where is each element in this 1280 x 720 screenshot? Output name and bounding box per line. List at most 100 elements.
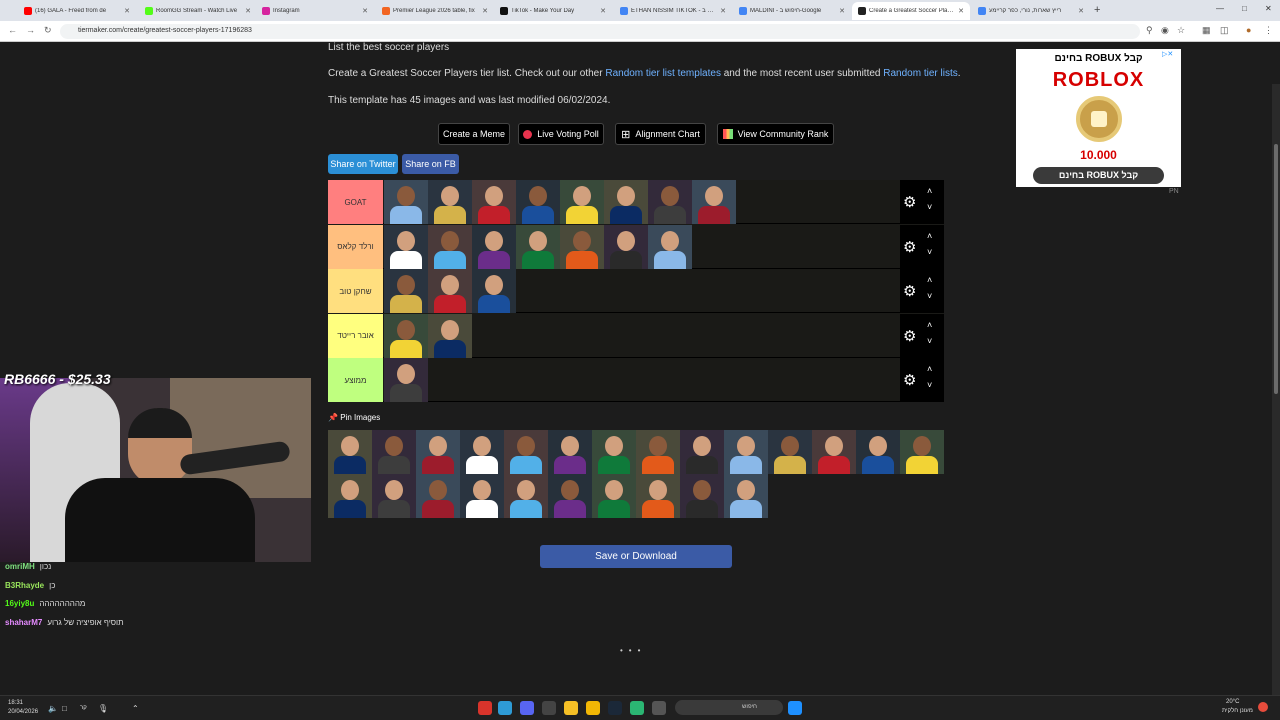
split-icon[interactable]: ◫ — [1220, 25, 1229, 36]
player-image[interactable] — [460, 474, 504, 518]
player-image[interactable] — [648, 180, 692, 224]
app-icon-1[interactable] — [478, 701, 492, 715]
alignment-chart-button[interactable]: ⊞ Alignment Chart — [615, 123, 706, 145]
browser-tab[interactable]: RoomGG Stream - Watch Live ✕ — [139, 2, 257, 20]
eye-off-icon[interactable]: ◉ — [1161, 25, 1169, 36]
player-image[interactable] — [604, 180, 648, 224]
player-image[interactable] — [504, 430, 548, 474]
roblox-ad[interactable]: בחינם ROBUX קבל ROBLOX 10.000 בחינם ROBU… — [1016, 49, 1181, 187]
speaker-icon[interactable]: 🔈 — [48, 704, 58, 713]
player-image[interactable] — [428, 180, 472, 224]
player-image[interactable] — [472, 224, 516, 269]
chevron-up-icon[interactable]: ˄ — [927, 231, 932, 241]
browser-tab[interactable]: Instagram ✕ — [256, 2, 374, 20]
chevron-up-icon[interactable]: ˄ — [927, 275, 932, 285]
gear-icon[interactable]: ⚙ — [903, 282, 916, 300]
chevron-down-icon[interactable]: ˅ — [927, 291, 932, 301]
player-image[interactable] — [416, 474, 460, 518]
maximize-icon[interactable]: □ — [1242, 4, 1247, 13]
close-icon[interactable]: ✕ — [1265, 4, 1272, 13]
network-icon[interactable]: □ — [62, 704, 67, 713]
discord-icon[interactable] — [520, 701, 534, 715]
browser-tab[interactable]: Premier League 2026 table, fix ✕ — [376, 2, 494, 20]
extensions-icon[interactable]: ▦ — [1202, 25, 1211, 36]
tier-label[interactable]: אובר רייטד — [328, 313, 383, 358]
player-image[interactable] — [516, 180, 560, 224]
tier-label[interactable]: ורלד קלאס — [328, 224, 383, 269]
tab-close-icon[interactable]: ✕ — [839, 7, 845, 15]
player-image[interactable] — [372, 430, 416, 474]
new-tab-button[interactable]: + — [1094, 4, 1100, 16]
player-image[interactable] — [768, 430, 812, 474]
menu-icon[interactable]: ⋮ — [1264, 25, 1273, 36]
browser-tab[interactable]: רייץ שארות, נורי, כפר קריימע ✕ — [972, 2, 1090, 20]
player-image[interactable] — [384, 224, 428, 269]
random-templates-link[interactable]: Random tier list templates — [605, 68, 721, 79]
chat-username[interactable]: omriMH — [5, 562, 35, 571]
tab-close-icon[interactable]: ✕ — [1078, 7, 1084, 15]
page-scrollbar[interactable] — [1272, 84, 1280, 695]
bookmark-star-icon[interactable]: ☆ — [1177, 25, 1185, 36]
player-image[interactable] — [680, 430, 724, 474]
player-image[interactable] — [548, 430, 592, 474]
player-image[interactable] — [604, 224, 648, 269]
url-input[interactable]: tiermaker.com/create/greatest-soccer-pla… — [60, 24, 1140, 39]
minimize-icon[interactable]: — — [1216, 4, 1224, 13]
player-image[interactable] — [692, 180, 736, 224]
player-image[interactable] — [592, 474, 636, 518]
create-meme-button[interactable]: Create a Meme — [438, 123, 510, 145]
tab-close-icon[interactable]: ✕ — [245, 7, 251, 15]
gear-icon[interactable]: ⚙ — [903, 371, 916, 389]
browser-tab[interactable]: (16) GALA - Freed from de ✕ — [18, 2, 136, 20]
player-image[interactable] — [428, 313, 472, 358]
live-voting-poll-button[interactable]: Live Voting Poll — [518, 123, 604, 145]
player-image[interactable] — [328, 474, 372, 518]
random-tier-lists-link[interactable]: Random tier lists — [883, 68, 957, 79]
ad-choices-icon[interactable]: ▷✕ — [1162, 50, 1173, 58]
player-image[interactable] — [504, 474, 548, 518]
taskbar-search[interactable]: חיפוש — [675, 700, 783, 715]
view-community-rank-button[interactable]: View Community Rank — [717, 123, 834, 145]
chevron-down-icon[interactable]: ˅ — [927, 202, 932, 212]
player-image[interactable] — [680, 474, 724, 518]
tab-close-icon[interactable]: ✕ — [482, 7, 488, 15]
profile-avatar[interactable]: ● — [1246, 25, 1251, 35]
chevron-up-icon[interactable]: ˄ — [927, 186, 932, 196]
player-image[interactable] — [636, 430, 680, 474]
forward-icon[interactable]: → — [26, 25, 35, 35]
player-image[interactable] — [636, 474, 680, 518]
browser-tab[interactable]: Create a Greatest Soccer Player ✕ — [852, 2, 970, 20]
chevron-up-icon[interactable]: ˄ — [927, 364, 932, 374]
chrome-icon[interactable] — [564, 701, 578, 715]
tab-close-icon[interactable]: ✕ — [362, 7, 368, 15]
gear-icon[interactable]: ⚙ — [903, 238, 916, 256]
ad-cta-button[interactable]: בחינם ROBUX קבל — [1033, 167, 1164, 184]
player-image[interactable] — [472, 180, 516, 224]
reload-icon[interactable]: ↻ — [44, 25, 52, 36]
scrollbar-thumb[interactable] — [1274, 144, 1278, 394]
player-image[interactable] — [328, 430, 372, 474]
save-download-button[interactable]: Save or Download — [540, 545, 732, 568]
player-image[interactable] — [812, 430, 856, 474]
mic-icon[interactable]: 🎙 — [98, 704, 108, 713]
player-image[interactable] — [900, 430, 944, 474]
tier-label[interactable]: ממוצע — [328, 358, 383, 402]
share-fb-button[interactable]: Share on FB — [402, 154, 459, 174]
player-image[interactable] — [372, 474, 416, 518]
app-icon-3[interactable] — [630, 701, 644, 715]
player-image[interactable] — [548, 474, 592, 518]
tab-close-icon[interactable]: ✕ — [958, 7, 964, 15]
player-image[interactable] — [724, 430, 768, 474]
tab-close-icon[interactable]: ✕ — [720, 7, 726, 15]
tier-label[interactable]: GOAT — [328, 180, 383, 224]
windows-start-icon[interactable] — [788, 701, 802, 715]
player-image[interactable] — [384, 358, 428, 402]
chevron-up-icon[interactable]: ˄ — [927, 320, 932, 330]
player-image[interactable] — [648, 224, 692, 269]
chat-username[interactable]: shaharM7 — [5, 618, 42, 627]
browser-tab[interactable]: MALDINI - חיפוש ב-Google ✕ — [733, 2, 851, 20]
headset-icon[interactable] — [542, 701, 556, 715]
app-icon-4[interactable] — [652, 701, 666, 715]
chat-username[interactable]: 16yiy8u — [5, 599, 34, 608]
player-image[interactable] — [460, 430, 504, 474]
